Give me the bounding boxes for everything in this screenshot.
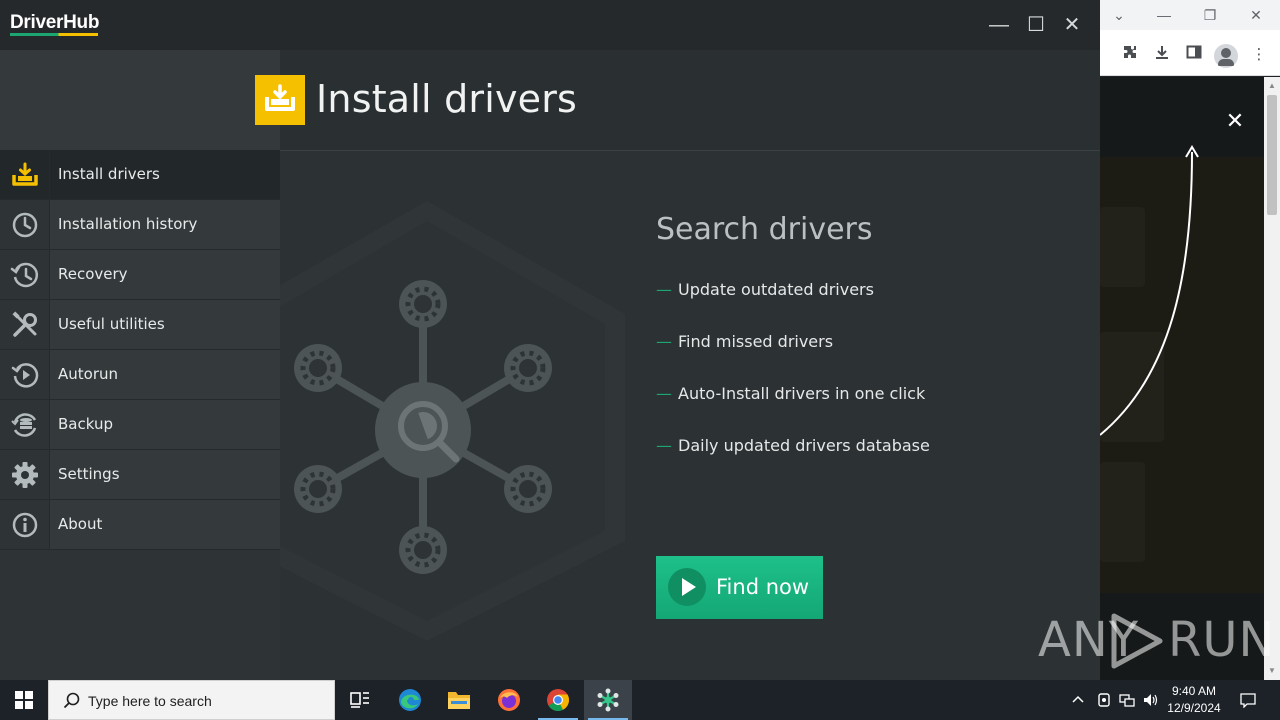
edge-icon	[399, 689, 421, 711]
search-drivers-heading: Search drivers	[656, 212, 873, 247]
task-view-icon	[350, 692, 369, 708]
feature-dash: —	[656, 384, 672, 403]
play-icon	[668, 568, 706, 606]
close-button[interactable]: ✕	[1059, 12, 1085, 38]
app-logo: DriverHub	[10, 12, 100, 33]
sidebar-item-label: Installation history	[58, 215, 198, 233]
find-now-button[interactable]: Find now	[656, 556, 823, 619]
ad-arrow-graphic	[1100, 145, 1199, 436]
app-titlebar: DriverHub — ☐ ✕	[0, 0, 1100, 50]
windows-logo-icon	[15, 691, 33, 709]
firefox-icon	[498, 689, 520, 711]
feature-dash: —	[656, 436, 672, 455]
sidebar-item-about[interactable]: About	[0, 500, 280, 550]
taskbar-chrome[interactable]	[534, 680, 582, 720]
history-restore-icon	[10, 262, 39, 288]
clock-date: 12/9/2024	[1167, 701, 1221, 715]
sidebar-item-settings[interactable]: Settings	[0, 450, 280, 500]
browser-tab-dropdown-icon[interactable]: ⌄	[1108, 4, 1130, 26]
sidebar-item-label: About	[58, 515, 103, 533]
install-drivers-icon	[12, 162, 38, 186]
header-left-panel	[0, 50, 280, 150]
browser-restore-icon[interactable]: ❐	[1199, 4, 1221, 26]
tray-overflow-icon[interactable]	[1068, 680, 1088, 720]
browser-scrollbar[interactable]: ▲ ▼	[1264, 77, 1280, 680]
sidebar-item-label: Useful utilities	[58, 315, 165, 333]
sidebar-item-recovery[interactable]: Recovery	[0, 250, 280, 300]
taskbar-edge[interactable]	[386, 680, 434, 720]
notifications-icon[interactable]	[1234, 680, 1262, 720]
driverhub-window: DriverHub — ☐ ✕ Install drivers Install …	[0, 0, 1100, 680]
logo-underline	[10, 33, 98, 36]
search-icon	[63, 692, 80, 709]
browser-menu-icon[interactable]: ⋮	[1248, 44, 1270, 66]
browser-minimize-icon[interactable]: —	[1153, 4, 1175, 26]
feature-text: Daily updated drivers database	[678, 436, 930, 455]
task-view-button[interactable]	[336, 680, 384, 720]
browser-close-icon[interactable]: ✕	[1245, 4, 1267, 26]
driverhub-app-icon	[597, 688, 619, 712]
sidebar-item-label: Backup	[58, 415, 113, 433]
feature-text: Find missed drivers	[678, 332, 834, 351]
sidebar-item-autorun[interactable]: Autorun	[0, 350, 280, 400]
chrome-icon	[547, 689, 569, 711]
scroll-up-icon[interactable]: ▲	[1264, 79, 1280, 93]
clock-icon	[12, 212, 38, 238]
anyrun-watermark-play-icon	[1111, 613, 1163, 669]
gear-icon	[12, 462, 38, 488]
network-icon[interactable]	[1116, 680, 1138, 720]
start-button[interactable]	[0, 680, 48, 720]
info-icon	[12, 512, 38, 538]
sidebar-item-backup[interactable]: Backup	[0, 400, 280, 450]
sidebar-item-label: Recovery	[58, 265, 128, 283]
minimize-button[interactable]: —	[986, 12, 1012, 38]
clock-time: 9:40 AM	[1171, 684, 1217, 698]
sidebar-item-install-drivers[interactable]: Install drivers	[0, 150, 280, 200]
feature-dash: —	[656, 280, 672, 299]
sidebar-item-useful-utilities[interactable]: Useful utilities	[0, 300, 280, 350]
sidebar: Install drivers Installation history Rec…	[0, 150, 280, 680]
anyrun-watermark-right: RUN	[1168, 612, 1276, 668]
install-drivers-header-icon	[255, 75, 305, 125]
feature-item: — Daily updated drivers database	[656, 436, 930, 455]
taskbar-driverhub[interactable]	[584, 680, 632, 720]
sidebar-item-label: Autorun	[58, 365, 119, 383]
feature-item: — Find missed drivers	[656, 332, 833, 351]
download-icon[interactable]	[1151, 44, 1173, 66]
taskbar-firefox[interactable]	[485, 680, 533, 720]
scroll-thumb[interactable]	[1267, 95, 1277, 215]
search-placeholder: Type here to search	[88, 693, 212, 709]
folder-icon	[448, 692, 470, 709]
maximize-button[interactable]: ☐	[1023, 12, 1049, 38]
feature-item: — Auto-Install drivers in one click	[656, 384, 925, 403]
feature-dash: —	[656, 332, 672, 351]
sidebar-item-label: Settings	[58, 465, 120, 483]
sidebar-item-label: Install drivers	[58, 165, 160, 183]
taskbar-clock[interactable]: 9:40 AM 12/9/2024	[1166, 683, 1222, 717]
profile-avatar-icon[interactable]	[1214, 44, 1238, 68]
ad-close-icon[interactable]: ✕	[1224, 110, 1246, 132]
feature-text: Update outdated drivers	[678, 280, 874, 299]
taskbar-search-input[interactable]: Type here to search	[48, 680, 335, 720]
windows-taskbar: Type here to search 9:40 AM 12/9/2024	[0, 680, 1280, 720]
sidebar-item-installation-history[interactable]: Installation history	[0, 200, 280, 250]
feature-item: — Update outdated drivers	[656, 280, 874, 299]
side-panel-icon[interactable]	[1183, 44, 1205, 66]
find-now-label: Find now	[716, 575, 810, 599]
tools-icon	[12, 311, 37, 337]
backup-icon	[11, 413, 37, 437]
taskbar-file-explorer[interactable]	[435, 680, 483, 720]
tray-device-icon[interactable]	[1094, 680, 1114, 720]
driver-network-illustration	[280, 201, 625, 641]
extensions-icon[interactable]	[1119, 44, 1141, 66]
page-title: Install drivers	[316, 77, 578, 121]
feature-text: Auto-Install drivers in one click	[678, 384, 926, 403]
autorun-icon	[11, 363, 39, 388]
web-page-content	[1100, 77, 1264, 680]
volume-icon[interactable]	[1140, 680, 1162, 720]
